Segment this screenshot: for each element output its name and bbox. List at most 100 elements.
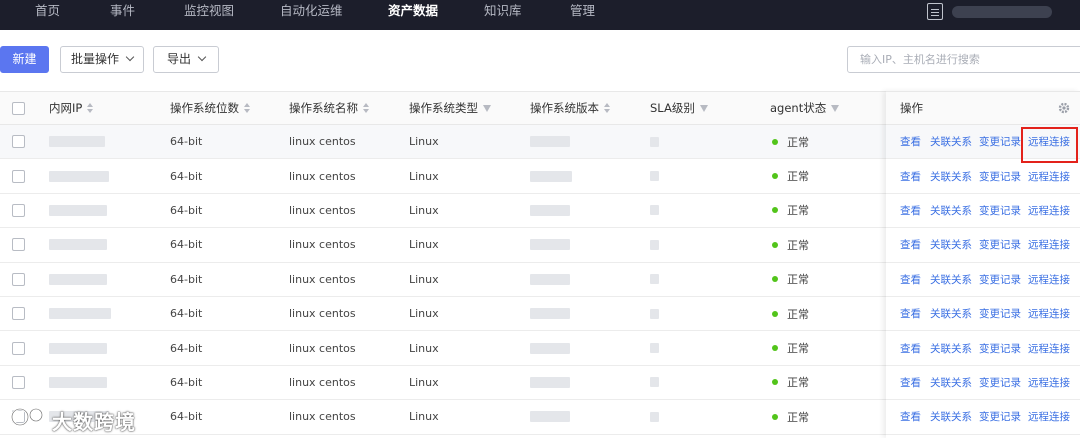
table-row[interactable]: 64-bit linux centos Linux 正常 查看 关联关系 变更记录 远程连接 (0, 228, 1080, 263)
nav-item-admin[interactable]: 管理 (570, 0, 595, 30)
view-link[interactable]: 查看 (900, 159, 921, 192)
table-row[interactable]: 64-bit linux centos Linux 正常 查看 关联关系 变更记录 远程连接 (0, 296, 1080, 332)
agent-status: 正常 (787, 376, 809, 390)
sort-icon[interactable] (87, 103, 94, 113)
change-log-link[interactable]: 变更记录 (979, 400, 1021, 433)
view-link[interactable]: 查看 (900, 366, 921, 399)
os-name-cell: linux centos (289, 272, 356, 286)
table-row[interactable]: 64-bit linux centos Linux 正常 查看 关联关系 变更记录 远程连接 (0, 125, 1080, 160)
relations-link[interactable]: 关联关系 (930, 125, 972, 158)
column-header-agent[interactable]: agent状态 (770, 92, 840, 124)
column-header-actions-label: 操作 (900, 101, 923, 115)
status-dot-icon (772, 345, 778, 352)
status-dot-icon (772, 310, 778, 317)
sort-icon[interactable] (244, 103, 250, 113)
change-log-link[interactable]: 变更记录 (979, 159, 1021, 192)
remote-connect-link[interactable]: 远程连接 (1028, 263, 1070, 296)
view-link[interactable]: 查看 (900, 125, 921, 158)
column-header-actions: 操作 (900, 92, 923, 124)
user-menu[interactable] (952, 6, 1052, 18)
gear-icon[interactable] (1058, 102, 1070, 114)
row-checkbox[interactable] (12, 307, 25, 321)
nav-item-automation[interactable]: 自动化运维 (280, 0, 343, 30)
column-header-ip[interactable]: 内网IP (49, 92, 94, 124)
row-checkbox[interactable] (12, 169, 25, 183)
view-link[interactable]: 查看 (900, 400, 921, 433)
relations-link[interactable]: 关联关系 (930, 366, 972, 399)
change-log-link[interactable]: 变更记录 (979, 297, 1021, 330)
nav-item-events[interactable]: 事件 (110, 0, 135, 30)
table-row[interactable]: 64-bit linux centos Linux 正常 查看 关联关系 变更记录 远程连接 (0, 365, 1080, 401)
nav-item-monitor-view[interactable]: 监控视图 (184, 0, 234, 30)
sort-icon[interactable] (363, 103, 369, 113)
view-link[interactable]: 查看 (900, 194, 921, 227)
os-type-cell: Linux (409, 307, 439, 321)
nav-item-knowledge-base[interactable]: 知识库 (484, 0, 522, 30)
ip-redacted (49, 308, 111, 320)
relations-link[interactable]: 关联关系 (930, 159, 972, 192)
change-log-link[interactable]: 变更记录 (979, 263, 1021, 296)
table-body: 64-bit linux centos Linux 正常 查看 关联关系 变更记录 远程连接 6… (0, 125, 1080, 435)
os-bits-cell: 64-bit (170, 169, 203, 183)
change-log-link[interactable]: 变更记录 (979, 228, 1021, 261)
row-checkbox[interactable] (12, 341, 25, 355)
select-all-checkbox[interactable] (12, 101, 25, 115)
row-checkbox[interactable] (12, 203, 25, 217)
view-link[interactable]: 查看 (900, 297, 921, 330)
column-header-os-name[interactable]: 操作系统名称 (289, 92, 369, 124)
row-checkbox[interactable] (12, 375, 25, 389)
relations-link[interactable]: 关联关系 (930, 228, 972, 261)
relations-link[interactable]: 关联关系 (930, 331, 972, 364)
view-link[interactable]: 查看 (900, 228, 921, 261)
filter-icon[interactable] (831, 104, 840, 112)
sla-redacted (650, 274, 659, 285)
change-log-link[interactable]: 变更记录 (979, 331, 1021, 364)
status-dot-icon (772, 276, 778, 283)
relations-link[interactable]: 关联关系 (930, 400, 972, 433)
remote-connect-link[interactable]: 远程连接 (1028, 297, 1070, 330)
change-log-link[interactable]: 变更记录 (979, 366, 1021, 399)
column-header-sla[interactable]: SLA级别 (650, 92, 708, 124)
table-row[interactable]: 64-bit linux centos Linux 正常 查看 关联关系 变更记录 远程连接 (0, 159, 1080, 194)
nav-item-home[interactable]: 首页 (35, 0, 60, 30)
batch-operations-label: 批量操作 (70, 52, 119, 66)
new-button[interactable]: 新建 (0, 46, 49, 73)
os-version-redacted (530, 204, 570, 216)
view-link[interactable]: 查看 (900, 263, 921, 296)
remote-connect-link[interactable]: 远程连接 (1028, 159, 1070, 192)
table-header: 内网IP 操作系统位数 操作系统名称 操作系统类型 操作系统版本 SLA级别 a… (0, 91, 1080, 125)
agent-status: 正常 (787, 135, 809, 149)
sort-icon[interactable] (604, 103, 610, 113)
status-dot-icon (772, 207, 778, 214)
remote-connect-link[interactable]: 远程连接 (1028, 228, 1070, 261)
filter-icon[interactable] (483, 104, 491, 112)
remote-connect-link[interactable]: 远程连接 (1028, 331, 1070, 364)
os-version-redacted (530, 342, 570, 354)
column-header-bits[interactable]: 操作系统位数 (170, 92, 250, 124)
row-checkbox[interactable] (12, 135, 25, 149)
sla-redacted (650, 239, 659, 250)
change-log-link[interactable]: 变更记录 (979, 194, 1021, 227)
export-dropdown[interactable]: 导出 (153, 46, 219, 73)
document-icon[interactable] (927, 3, 943, 20)
table-row[interactable]: 64-bit linux centos Linux 正常 查看 关联关系 变更记录 远程连接 (0, 193, 1080, 229)
view-link[interactable]: 查看 (900, 331, 921, 364)
change-log-link[interactable]: 变更记录 (979, 125, 1021, 158)
remote-connect-link[interactable]: 远程连接 (1028, 194, 1070, 227)
batch-operations-dropdown[interactable]: 批量操作 (60, 46, 144, 73)
nav-item-asset-data[interactable]: 资产数据 (388, 0, 438, 30)
remote-connect-link[interactable]: 远程连接 (1028, 400, 1070, 433)
table-row[interactable]: 64-bit linux centos Linux 正常 查看 关联关系 变更记录 远程连接 (0, 400, 1080, 435)
table-row[interactable]: 64-bit linux centos Linux 正常 查看 关联关系 变更记录 远程连接 (0, 262, 1080, 297)
row-checkbox[interactable] (12, 272, 25, 286)
relations-link[interactable]: 关联关系 (930, 263, 972, 296)
filter-icon[interactable] (699, 104, 708, 112)
table-row[interactable]: 64-bit linux centos Linux 正常 查看 关联关系 变更记录 远程连接 (0, 331, 1080, 366)
row-checkbox[interactable] (12, 238, 25, 252)
relations-link[interactable]: 关联关系 (930, 297, 972, 330)
column-header-os-type[interactable]: 操作系统类型 (409, 92, 491, 124)
relations-link[interactable]: 关联关系 (930, 194, 972, 227)
search-input[interactable] (847, 46, 1080, 73)
remote-connect-link[interactable]: 远程连接 (1028, 366, 1070, 399)
column-header-os-version[interactable]: 操作系统版本 (530, 92, 610, 124)
